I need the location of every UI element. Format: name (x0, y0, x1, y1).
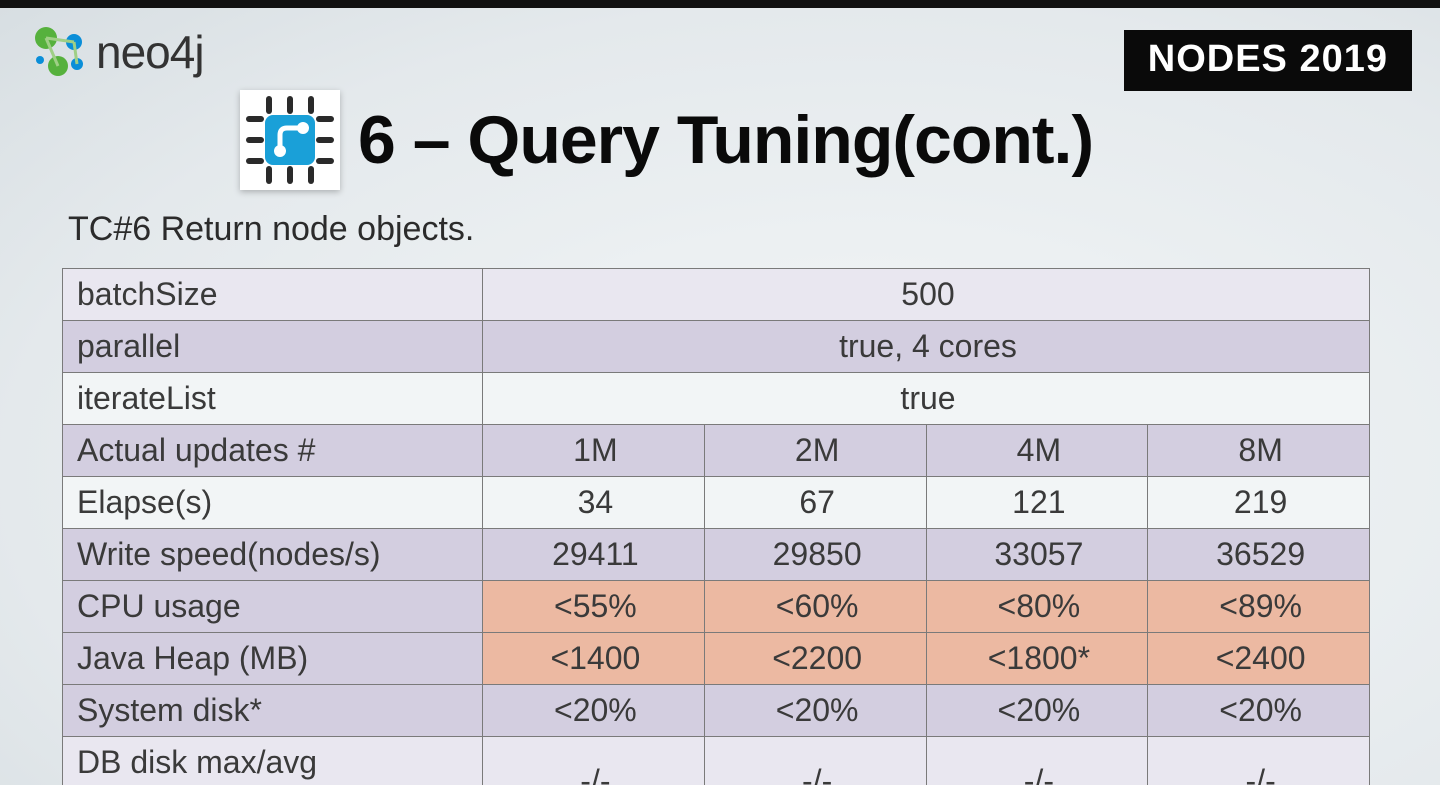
cell: <20% (1148, 685, 1370, 737)
cell: <20% (704, 685, 926, 737)
cell: <2400 (1148, 633, 1370, 685)
cell: -/- (704, 737, 926, 785)
slide-subtitle: TC#6 Return node objects. (68, 210, 474, 249)
cell: <89% (1148, 581, 1370, 633)
cell: 2M (704, 425, 926, 477)
cell: <80% (926, 581, 1148, 633)
slide: neo4j NODES 2019 (0, 0, 1440, 785)
metrics-table: batchSize 500 parallel true, 4 cores ite… (62, 268, 1370, 785)
row-label: parallel (63, 321, 483, 373)
cell: 4M (926, 425, 1148, 477)
cell: -/- (483, 737, 705, 785)
cell: 33057 (926, 529, 1148, 581)
cell: -/- (1148, 737, 1370, 785)
cell: 219 (1148, 477, 1370, 529)
cell: 29411 (483, 529, 705, 581)
top-border (0, 0, 1440, 8)
brand-logo: neo4j (30, 22, 204, 82)
cell: <55% (483, 581, 705, 633)
chip-icon (240, 90, 340, 190)
brand-name: neo4j (96, 25, 204, 79)
cell: <20% (926, 685, 1148, 737)
row-label: Actual updates # (63, 425, 483, 477)
row-label: System disk* (63, 685, 483, 737)
cell: 34 (483, 477, 705, 529)
neo4j-mark-icon (30, 22, 90, 82)
cell: <2200 (704, 633, 926, 685)
row-label: DB disk max/avg speed(MB/s) (63, 737, 483, 785)
cell: <20% (483, 685, 705, 737)
row-label: batchSize (63, 269, 483, 321)
row-value: true, 4 cores (483, 321, 1370, 373)
row-label: iterateList (63, 373, 483, 425)
row-value: 500 (483, 269, 1370, 321)
cell: 121 (926, 477, 1148, 529)
cell: 1M (483, 425, 705, 477)
cell: 67 (704, 477, 926, 529)
cell: <1800* (926, 633, 1148, 685)
cell: 8M (1148, 425, 1370, 477)
row-label: Java Heap (MB) (63, 633, 483, 685)
cell: 36529 (1148, 529, 1370, 581)
slide-title: 6 – Query Tuning(cont.) (358, 101, 1093, 179)
cell: -/- (926, 737, 1148, 785)
event-badge: NODES 2019 (1124, 30, 1412, 91)
row-value: true (483, 373, 1370, 425)
cell: <60% (704, 581, 926, 633)
cell: <1400 (483, 633, 705, 685)
row-label: CPU usage (63, 581, 483, 633)
row-label: Write speed(nodes/s) (63, 529, 483, 581)
row-label: Elapse(s) (63, 477, 483, 529)
slide-title-row: 6 – Query Tuning(cont.) (240, 90, 1093, 190)
cell: 29850 (704, 529, 926, 581)
